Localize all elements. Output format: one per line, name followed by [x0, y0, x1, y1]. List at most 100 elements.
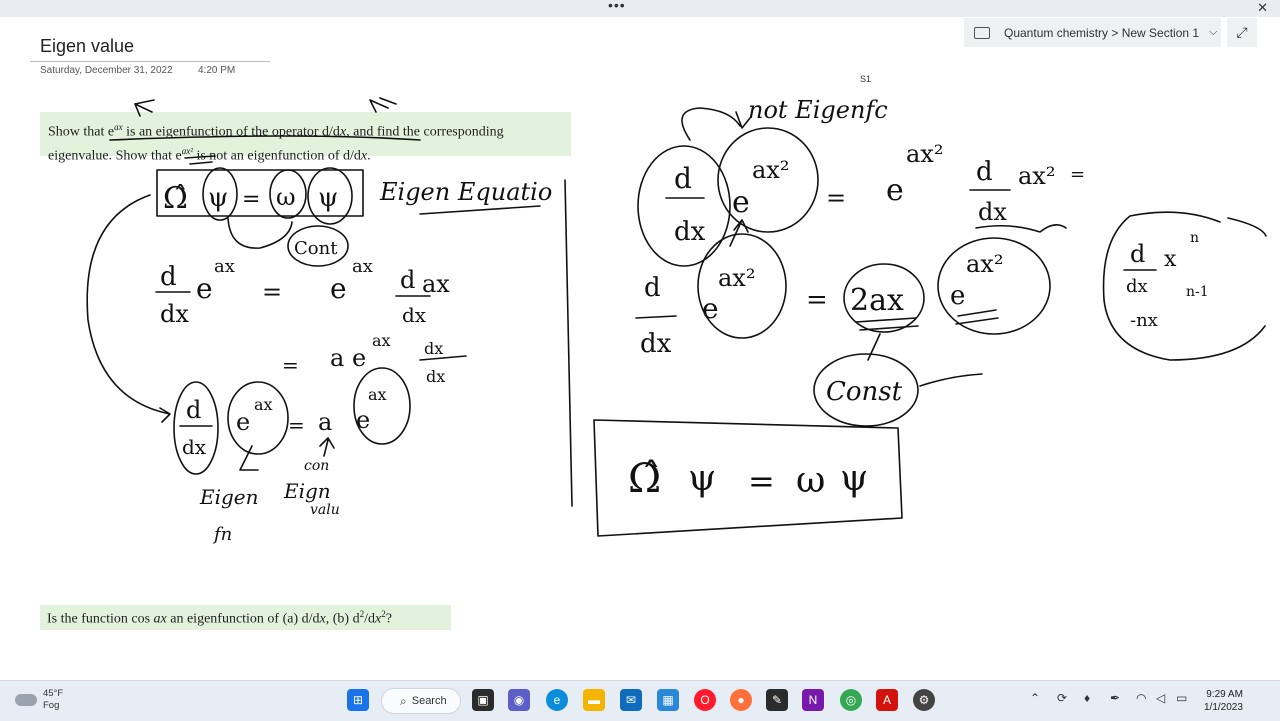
ink-e: e — [950, 281, 965, 311]
ink-dx: dx — [426, 367, 445, 386]
weather-widget[interactable]: 45°F Fog — [15, 688, 63, 712]
ink-psi: ψ — [688, 458, 716, 499]
ink-omega-hat: Ω̂ — [163, 181, 188, 216]
ink-equals: = — [1070, 164, 1085, 185]
ink-e: e — [702, 292, 719, 325]
ink-dx: dx — [1126, 276, 1148, 297]
firefox-icon[interactable]: ● — [730, 689, 752, 711]
ink-equals: = — [262, 278, 282, 306]
ink-ax2: ax² — [718, 264, 755, 292]
ink-n-1: n-1 — [1186, 284, 1209, 300]
ink-eigen-equation: Eigen Equatio — [379, 178, 552, 206]
search-label: Search — [411, 695, 447, 707]
ink-arrow — [134, 99, 155, 117]
ink-nx: -nx — [1130, 310, 1158, 331]
edge-icon[interactable]: e — [546, 689, 568, 711]
ink-omega: ω — [276, 183, 296, 211]
mail-icon[interactable]: ✉ — [620, 689, 642, 711]
clock-time: 9:29 AM — [1206, 689, 1243, 700]
cloud-icon — [15, 694, 37, 706]
ink-e: e — [356, 406, 370, 434]
ink-equals: = — [282, 353, 299, 377]
handwriting-canvas[interactable]: Ω̂ ψ = ω ψ Cont Eigen Equatio d dx e ax … — [0, 0, 1280, 680]
microphone-icon[interactable]: ♦ — [1084, 691, 1090, 705]
ink-valu: valu — [310, 502, 340, 518]
ink-dx: dx — [424, 339, 443, 358]
ink-equals: = — [242, 187, 260, 212]
ink-dx: dx — [160, 300, 189, 328]
ink-ax2: ax² — [906, 140, 943, 168]
windows-start-icon[interactable]: ⊞ — [347, 689, 369, 711]
pen-app-icon[interactable]: ✎ — [766, 689, 788, 711]
ink-underline — [184, 155, 216, 165]
ink-ax: ax — [254, 395, 273, 414]
ink-eign: Eign — [283, 479, 331, 503]
ink-not-eigenfunction: not Eigenfc — [748, 96, 888, 124]
task-view-icon[interactable]: ▣ — [472, 689, 494, 711]
ink-d: d — [976, 157, 993, 187]
ink-fraction-bar — [635, 315, 677, 319]
ink-d: d — [1130, 240, 1145, 268]
ink-psi: ψ — [318, 183, 338, 213]
ink-e: e — [196, 272, 213, 305]
onenote-icon[interactable]: N — [802, 689, 824, 711]
ink-omega-hat: Ω̂ — [628, 456, 661, 502]
taskbar-search[interactable]: ⌕ Search — [381, 688, 461, 714]
ink-ax: ax — [368, 385, 387, 404]
volume-icon[interactable]: ◁ — [1156, 691, 1165, 705]
ink-a: a — [318, 408, 332, 436]
battery-icon[interactable]: ▭ — [1176, 691, 1187, 705]
ink-eigen: Eigen — [199, 485, 259, 509]
ink-arrow — [319, 437, 335, 457]
ink-ax: ax — [422, 270, 450, 298]
ink-a: a — [330, 344, 344, 372]
ink-e: e — [886, 173, 904, 208]
store-icon[interactable]: ▦ — [657, 689, 679, 711]
ink-underline — [975, 224, 1067, 233]
ink-connector — [227, 217, 293, 249]
sync-icon[interactable]: ⟳ — [1057, 691, 1067, 705]
ink-underline — [955, 309, 999, 325]
ink-cont: Cont — [294, 238, 338, 259]
chat-icon[interactable]: ◉ — [508, 689, 530, 711]
ink-ax: ax — [352, 256, 373, 277]
opera-icon[interactable]: O — [694, 689, 716, 711]
ink-curved-arrow — [86, 194, 171, 423]
ink-2ax: 2ax — [850, 283, 904, 318]
ink-psi: ψ — [840, 458, 868, 499]
ink-ax: ax — [372, 331, 391, 350]
wifi-icon[interactable]: ◠ — [1136, 691, 1146, 705]
ink-dx: dx — [978, 198, 1007, 226]
search-icon: ⌕ — [400, 693, 407, 708]
ink-underline — [109, 135, 421, 141]
ink-arrow — [867, 333, 881, 361]
ink-e: e — [352, 344, 366, 372]
ink-psi: ψ — [208, 183, 228, 213]
ink-dx: dx — [640, 329, 672, 359]
file-explorer-icon[interactable]: ▬ — [583, 689, 605, 711]
ink-divider — [564, 179, 573, 507]
ink-d: d — [644, 273, 661, 303]
clock-date: 1/1/2023 — [1204, 702, 1243, 713]
chrome-icon[interactable]: ◎ — [840, 689, 862, 711]
ink-equals: = — [748, 462, 775, 500]
ink-dx: dx — [674, 217, 706, 247]
pen-icon[interactable]: ✒ — [1110, 691, 1120, 705]
ink-ax2: ax² — [1018, 162, 1055, 190]
acrobat-icon[interactable]: A — [876, 689, 898, 711]
chevron-up-icon[interactable]: ⌃ — [1030, 691, 1040, 705]
ink-ax2: ax² — [752, 156, 789, 184]
ink-e: e — [330, 272, 347, 305]
ink-stroke — [919, 373, 983, 387]
ink-arrow — [729, 219, 749, 247]
ink-d: d — [674, 162, 692, 195]
ink-dx: dx — [182, 435, 207, 459]
taskbar: 45°F Fog ⊞ ⌕ Search ▣ ◉ e ▬ ✉ ▦ O ● ✎ N … — [0, 680, 1280, 721]
ink-dx: dx — [402, 303, 427, 327]
ink-equals: = — [826, 184, 846, 212]
settings-icon[interactable]: ⚙ — [913, 689, 935, 711]
taskbar-clock[interactable]: 9:29 AM 1/1/2023 — [1204, 688, 1243, 714]
ink-equals: = — [288, 413, 305, 437]
ink-n: n — [1190, 230, 1199, 246]
ink-d: d — [400, 266, 415, 294]
